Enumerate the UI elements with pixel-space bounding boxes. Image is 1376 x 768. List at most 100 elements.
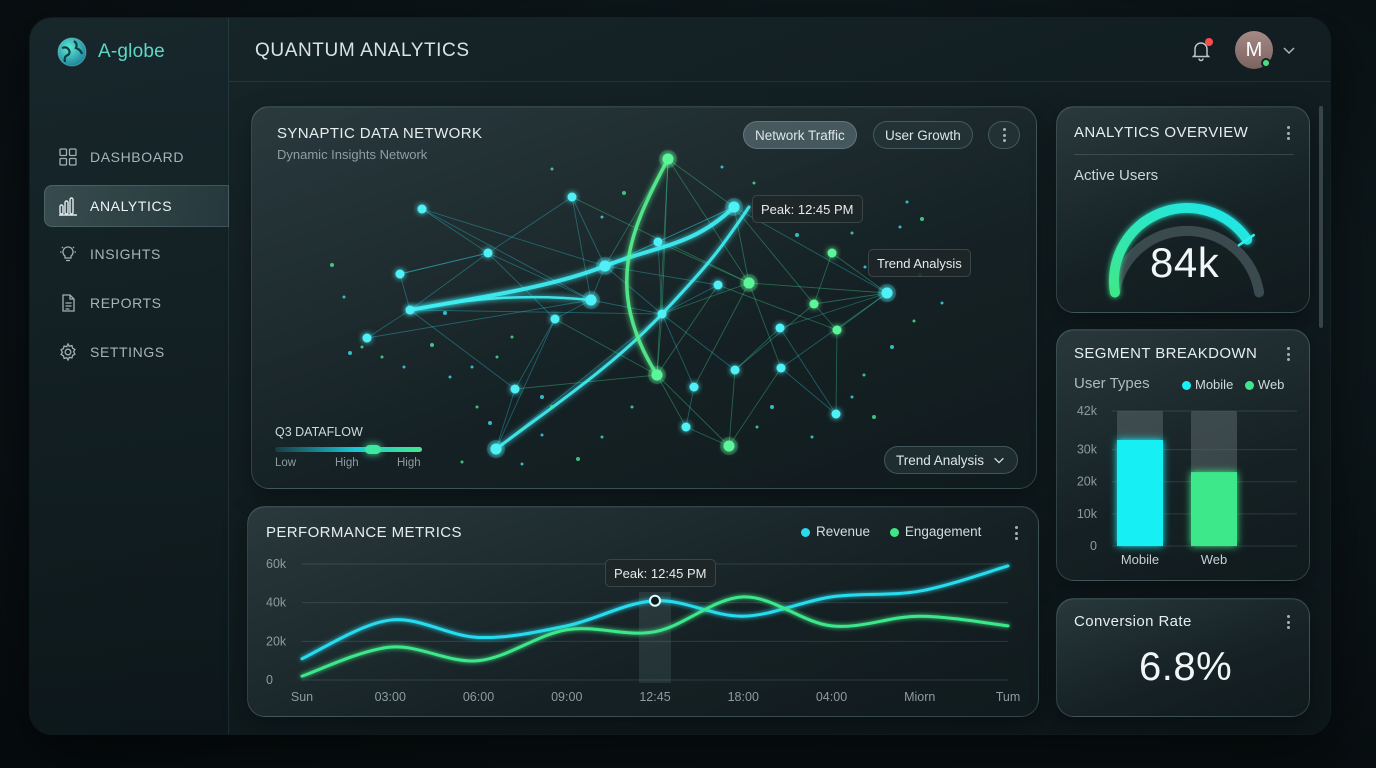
top-header: QUANTUM ANALYTICS M	[229, 18, 1330, 82]
network-particle	[576, 457, 580, 461]
network-particle	[862, 373, 866, 377]
network-edge	[487, 196, 573, 254]
sidebar-item-insights[interactable]: INSIGHTS	[44, 233, 229, 275]
sidebar-item-reports[interactable]: REPORTS	[44, 282, 229, 324]
sidebar-item-analytics[interactable]: ANALYTICS	[44, 184, 229, 227]
dataflow-high-label: High	[397, 457, 421, 469]
network-node	[490, 443, 502, 455]
sidebar-item-dashboard[interactable]: DASHBOARD	[44, 136, 229, 178]
network-particle	[380, 355, 384, 359]
avatar-initial: M	[1245, 38, 1263, 61]
network-node	[730, 365, 740, 375]
network-particle	[460, 460, 464, 464]
performance-y-tick: 20k	[266, 634, 287, 648]
network-particle	[540, 433, 544, 437]
chevron-down-icon	[994, 457, 1004, 464]
network-flow-path	[494, 205, 751, 451]
network-particle	[770, 405, 774, 409]
network-particle	[850, 395, 854, 399]
network-node	[775, 323, 785, 333]
tab-user-growth[interactable]: User Growth	[873, 121, 973, 149]
network-edge	[604, 265, 663, 315]
network-particle	[912, 319, 916, 323]
performance-x-tick: 03:00	[375, 690, 406, 704]
segment-y-tick: 42k	[1077, 404, 1098, 418]
network-edge	[734, 327, 781, 371]
performance-x-tick: 06:00	[463, 690, 494, 704]
right-scrollbar[interactable]	[1319, 106, 1323, 328]
tab-network-traffic[interactable]: Network Traffic	[743, 121, 857, 149]
network-particle	[402, 365, 406, 369]
network-particle	[488, 421, 492, 425]
performance-line-chart: 0 20k 40k 60k Sun 03:00 06:00 09:00 12:45 18:00 04…	[266, 557, 1021, 704]
segment-x-tick: Web	[1201, 552, 1228, 567]
segment-y-tick: 20k	[1077, 475, 1098, 489]
network-particle	[755, 425, 759, 429]
sidebar-item-settings[interactable]: SETTINGS	[44, 331, 229, 373]
notification-dot	[1205, 38, 1213, 46]
dataflow-gradient-bar	[275, 447, 422, 452]
chevron-down-icon[interactable]	[1281, 42, 1297, 58]
network-particle	[850, 231, 854, 235]
network-graph	[330, 150, 944, 466]
performance-x-tick: 04:00	[816, 690, 847, 704]
conversion-menu-icon[interactable]	[1280, 613, 1296, 631]
dataflow-knob[interactable]	[365, 445, 381, 454]
network-edge	[421, 208, 606, 267]
network-edge	[780, 367, 837, 415]
network-edge	[399, 273, 411, 311]
network-node	[599, 260, 611, 272]
brand[interactable]: A-globe	[56, 36, 165, 68]
grid-icon	[59, 148, 77, 166]
network-particle	[920, 217, 924, 221]
network-edge	[779, 292, 888, 329]
network-edge	[779, 327, 837, 415]
conversion-rate-card: Conversion Rate 6.8%	[1056, 598, 1310, 717]
network-node	[728, 201, 740, 213]
active-users-value: 84k	[1150, 239, 1220, 286]
network-particle	[520, 462, 524, 466]
performance-peak-marker	[649, 594, 661, 607]
dataflow-low-label: Low	[275, 457, 297, 469]
performance-x-tick: 18:00	[728, 690, 759, 704]
network-node	[653, 237, 663, 247]
network-particle	[443, 311, 447, 315]
analytics-overview-card: ANALYTICS OVERVIEW Active Users 84k	[1056, 106, 1310, 313]
lightbulb-icon	[60, 246, 76, 262]
network-particle	[898, 225, 902, 229]
network-edge	[409, 309, 663, 315]
network-menu-button[interactable]	[988, 121, 1020, 149]
network-particle	[810, 435, 814, 439]
trend-analysis-dropdown[interactable]: Trend Analysis	[884, 446, 1019, 474]
performance-x-tick: 12:45	[639, 690, 670, 704]
performance-x-tick: Tum	[996, 690, 1021, 704]
network-node	[362, 333, 372, 343]
page-title: QUANTUM ANALYTICS	[255, 40, 470, 61]
sidebar-item-label: SETTINGS	[90, 343, 165, 360]
notification-button[interactable]	[1189, 38, 1215, 64]
network-node	[395, 269, 405, 279]
network-node	[881, 287, 893, 299]
network-edge	[685, 386, 695, 428]
network-node	[417, 204, 427, 214]
network-node	[681, 422, 691, 432]
app-window: A-globe DASHBOARD ANALYTICS INSIGHTS REP…	[30, 18, 1330, 734]
network-node	[831, 409, 841, 419]
network-flow-path	[408, 205, 736, 312]
sidebar-nav: DASHBOARD ANALYTICS INSIGHTS REPORTS SET…	[44, 136, 229, 379]
network-particle	[430, 343, 434, 347]
network-node	[585, 294, 597, 306]
network-particle	[600, 215, 604, 219]
network-edge	[748, 282, 782, 369]
network-particle	[863, 265, 867, 269]
sidebar-item-label: REPORTS	[90, 295, 162, 312]
network-edge	[366, 309, 411, 339]
network-particle	[600, 435, 604, 439]
network-particle	[550, 405, 554, 409]
network-card: SYNAPTIC DATA NETWORK Dynamic Insights N…	[251, 106, 1037, 489]
network-edge	[661, 313, 736, 371]
conversion-value: 6.8%	[1139, 645, 1233, 689]
network-edge	[399, 252, 489, 275]
network-node	[809, 299, 819, 309]
network-edge	[661, 313, 695, 388]
